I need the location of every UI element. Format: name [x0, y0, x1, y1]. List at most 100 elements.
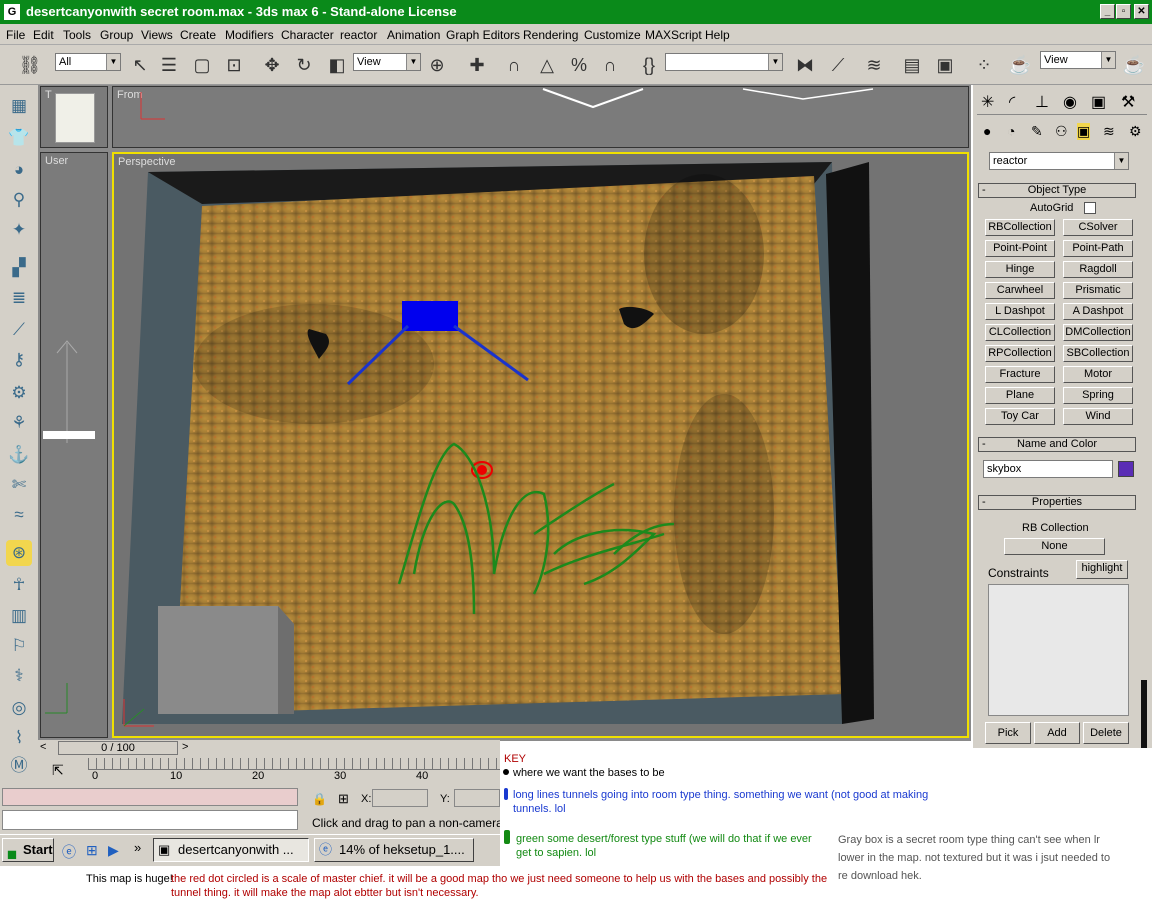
hierarchy-tab-icon[interactable]: ⊥: [1035, 92, 1049, 112]
front-viewport[interactable]: From: [112, 86, 969, 148]
water-icon[interactable]: ≈: [6, 502, 32, 528]
absolute-mode-icon[interactable]: ⊞: [338, 791, 349, 807]
rotate-icon[interactable]: ↻: [292, 53, 316, 77]
add-button[interactable]: Add: [1034, 722, 1080, 744]
rope-icon[interactable]: ⚲: [6, 187, 32, 213]
pick-button[interactable]: Pick: [985, 722, 1031, 744]
y-coordinate-field[interactable]: [454, 789, 500, 807]
object-type-button-rpcollection[interactable]: RPCollection: [985, 345, 1055, 362]
object-type-button-l-dashpot[interactable]: L Dashpot: [985, 303, 1055, 320]
display-tab-icon[interactable]: ▣: [1091, 92, 1106, 112]
object-type-button-motor[interactable]: Motor: [1063, 366, 1133, 383]
constraint-solver-icon[interactable]: ⚕: [6, 663, 32, 689]
link-icon[interactable]: ⛓: [18, 53, 42, 77]
spring-icon[interactable]: ≣: [6, 285, 32, 311]
task-3dsmax[interactable]: ▣ desertcanyonwith ...: [153, 838, 309, 862]
object-type-button-a-dashpot[interactable]: A Dashpot: [1063, 303, 1133, 320]
menu-views[interactable]: Views: [141, 28, 173, 42]
object-type-button-dmcollection[interactable]: DMCollection: [1063, 324, 1133, 341]
object-type-button-spring[interactable]: Spring: [1063, 387, 1133, 404]
menu-character[interactable]: Character: [281, 28, 334, 42]
schematic-icon[interactable]: ▣: [933, 53, 957, 77]
utilities-tab-icon[interactable]: ⚒: [1121, 92, 1135, 112]
menu-reactor[interactable]: reactor: [340, 28, 377, 42]
time-prev-icon[interactable]: <: [40, 741, 46, 753]
align-icon[interactable]: ⟋: [826, 53, 850, 77]
prismatic-icon[interactable]: ⚘: [6, 410, 32, 436]
user-viewport[interactable]: User: [40, 152, 108, 738]
layers-icon[interactable]: ≋: [862, 53, 886, 77]
menu-help[interactable]: Help: [705, 28, 730, 42]
move-icon[interactable]: ✥: [260, 53, 284, 77]
cameras-icon[interactable]: ⚇: [1055, 123, 1068, 140]
menu-group[interactable]: Group: [100, 28, 133, 42]
object-type-button-prismatic[interactable]: Prismatic: [1063, 282, 1133, 299]
analyze-icon[interactable]: ⌇: [6, 725, 32, 751]
point-point-icon[interactable]: ⚙: [6, 380, 32, 406]
time-next-icon[interactable]: >: [182, 741, 188, 753]
window-crossing-icon[interactable]: ⊡: [222, 53, 246, 77]
minimize-button[interactable]: _: [1100, 4, 1115, 19]
autogrid-checkbox[interactable]: [1084, 202, 1096, 214]
track-bar-menu-icon[interactable]: ⇱: [52, 762, 64, 779]
quicklaunch-more-icon[interactable]: »: [134, 840, 141, 855]
scale-icon[interactable]: ◧: [325, 53, 349, 77]
desktop-icon[interactable]: ⊞: [86, 842, 98, 859]
select-by-name-icon[interactable]: ☰: [157, 53, 181, 77]
named-sel-icon[interactable]: {}: [637, 53, 661, 77]
object-type-button-wind[interactable]: Wind: [1063, 408, 1133, 425]
menu-customize[interactable]: Customize: [584, 28, 641, 42]
media-player-icon[interactable]: ▶: [108, 842, 119, 859]
toy-car-icon[interactable]: ▥: [6, 603, 32, 629]
render-view-dropdown[interactable]: View ▼: [1040, 51, 1116, 69]
helpers-icon[interactable]: ▣: [1077, 123, 1091, 140]
modify-tab-icon[interactable]: ◜: [1009, 92, 1015, 112]
mirror-icon[interactable]: ⧓: [793, 53, 817, 77]
name-color-rollout[interactable]: - Name and Color: [978, 437, 1136, 452]
hinge-icon[interactable]: ⚷: [6, 347, 32, 373]
menu-rendering[interactable]: Rendering: [523, 28, 578, 42]
soft-body-icon[interactable]: ◕: [6, 157, 32, 183]
quick-render-icon[interactable]: ☕: [1122, 53, 1146, 77]
start-button[interactable]: ◼ Start: [2, 838, 54, 862]
reactor-logo-icon[interactable]: Ⓜ: [6, 753, 32, 779]
snap-icon[interactable]: ∩: [502, 53, 526, 77]
maxscript-listener[interactable]: [2, 788, 298, 806]
wind-icon[interactable]: ⚐: [6, 633, 32, 659]
select-arrow-icon[interactable]: ↖: [128, 53, 152, 77]
dashpot-icon[interactable]: ⟋: [6, 317, 32, 343]
task-download[interactable]: ⓔ 14% of heksetup_1....: [314, 838, 474, 862]
rect-region-icon[interactable]: ▢: [190, 53, 214, 77]
fracture-icon[interactable]: ✄: [6, 472, 32, 498]
highlight-button[interactable]: highlight: [1076, 560, 1128, 579]
category-dropdown[interactable]: reactor ▼: [989, 152, 1129, 170]
menu-animation[interactable]: Animation: [387, 28, 440, 42]
menu-edit[interactable]: Edit: [33, 28, 54, 42]
lock-icon[interactable]: 🔒: [312, 792, 327, 806]
menu-create[interactable]: Create: [180, 28, 216, 42]
object-type-button-rbcollection[interactable]: RBCollection: [985, 219, 1055, 236]
top-viewport[interactable]: T: [40, 86, 108, 148]
plane-icon[interactable]: ▞: [6, 255, 32, 281]
menu-modifiers[interactable]: Modifiers: [225, 28, 274, 42]
object-color-swatch[interactable]: [1118, 461, 1134, 477]
systems-icon[interactable]: ⚙: [1129, 123, 1142, 140]
none-button[interactable]: None: [1004, 538, 1105, 555]
restore-button[interactable]: ▫: [1116, 4, 1131, 19]
object-type-button-plane[interactable]: Plane: [985, 387, 1055, 404]
motion-tab-icon[interactable]: ◉: [1063, 92, 1077, 112]
object-type-button-point-point[interactable]: Point-Point: [985, 240, 1055, 257]
panel-scrollbar[interactable]: [1141, 680, 1147, 748]
object-type-button-toy-car[interactable]: Toy Car: [985, 408, 1055, 425]
deforming-mesh-icon[interactable]: ✦: [6, 217, 32, 243]
cloth-icon[interactable]: 👕: [6, 125, 32, 151]
ref-coord-dropdown[interactable]: View ▼: [353, 53, 421, 71]
menu-maxscript[interactable]: MAXScript: [645, 28, 702, 42]
close-button[interactable]: ✕: [1134, 4, 1149, 19]
ragdoll-icon[interactable]: ☥: [6, 572, 32, 598]
named-selection-dropdown[interactable]: ▼: [665, 53, 783, 71]
material-editor-icon[interactable]: ⁘: [972, 53, 996, 77]
object-type-button-clcollection[interactable]: CLCollection: [985, 324, 1055, 341]
shapes-icon[interactable]: ◔: [1007, 123, 1015, 139]
object-type-button-hinge[interactable]: Hinge: [985, 261, 1055, 278]
